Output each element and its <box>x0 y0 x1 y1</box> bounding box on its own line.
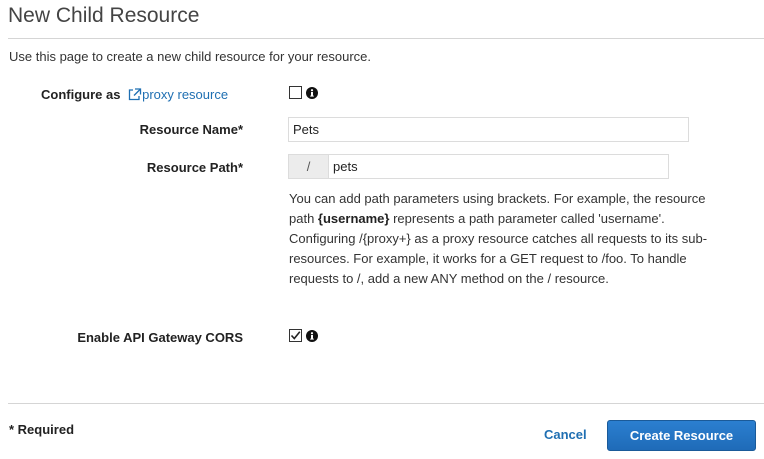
proxy-resource-label: Configure as proxy resource <box>41 87 228 102</box>
resource-path-field: / <box>288 154 669 179</box>
page-description: Use this page to create a new child reso… <box>9 49 372 64</box>
proxy-label-prefix: Configure as <box>41 87 121 102</box>
resource-path-help-text: You can add path parameters using bracke… <box>289 189 729 289</box>
help-param-example: {username} <box>317 211 390 226</box>
resource-path-prefix: / <box>289 155 329 178</box>
create-resource-button[interactable]: Create Resource <box>607 420 756 451</box>
cancel-button[interactable]: Cancel <box>544 427 587 442</box>
proxy-resource-checkbox[interactable] <box>289 86 302 99</box>
proxy-resource-link[interactable]: proxy resource <box>142 87 228 102</box>
title-divider <box>8 38 764 39</box>
enable-cors-checkbox[interactable] <box>289 329 302 342</box>
page-title: New Child Resource <box>8 4 200 27</box>
resource-name-input[interactable] <box>288 117 689 142</box>
info-icon[interactable] <box>306 330 318 342</box>
resource-name-label: Resource Name* <box>139 122 243 137</box>
checkmark-icon <box>290 331 301 340</box>
footer-divider <box>8 403 764 404</box>
enable-cors-label: Enable API Gateway CORS <box>77 330 243 345</box>
new-child-resource-page: New Child Resource Use this page to crea… <box>0 0 764 459</box>
info-icon[interactable] <box>306 87 318 99</box>
resource-path-label: Resource Path* <box>146 160 243 175</box>
resource-path-input[interactable] <box>329 155 668 178</box>
required-note: * Required <box>9 422 75 437</box>
external-link-icon <box>128 88 142 101</box>
